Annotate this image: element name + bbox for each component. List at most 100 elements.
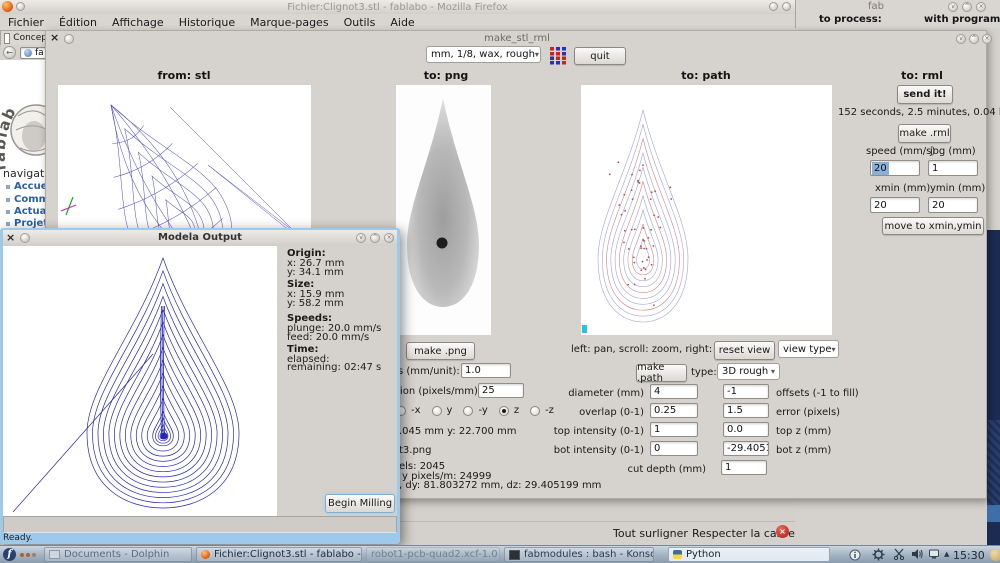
- xmin-input[interactable]: 20: [870, 197, 920, 213]
- axis-radio-neg-z[interactable]: [530, 406, 540, 416]
- app-launcher-fedora-icon[interactable]: f: [3, 548, 16, 561]
- nav-bullet-icon: [6, 222, 10, 226]
- resolution-input[interactable]: 25: [478, 383, 524, 398]
- type-dropdown[interactable]: 3D rough ▾: [717, 363, 780, 380]
- taskbar-cashew-icon[interactable]: [990, 549, 1000, 561]
- chevron-down-icon: ▾: [832, 345, 836, 354]
- quick-launch-dots-icon[interactable]: [20, 553, 36, 557]
- klipper-scissors-icon[interactable]: [893, 548, 905, 560]
- png-size-text: .045 mm y: 22.700 mm: [399, 426, 517, 437]
- highlight-block: [987, 505, 1000, 522]
- png-canvas: [396, 85, 491, 335]
- bot-intensity-label: bot intensity (0-1): [526, 445, 644, 456]
- offsets-label: offsets (-1 to fill): [776, 388, 859, 399]
- png-delta-text: , dy: 81.803272 mm, dz: 29.405199 mm: [399, 480, 601, 491]
- menu-marque-pages[interactable]: Marque-pages: [250, 16, 328, 29]
- speed-label: speed (mm/s): [866, 146, 935, 157]
- modela-titlebar[interactable]: × Modela Output v ^ ×: [3, 230, 397, 247]
- modela-shade-button[interactable]: v: [356, 233, 366, 243]
- fab-to-process-label: to process:: [819, 14, 882, 25]
- quit-button[interactable]: quit: [574, 47, 626, 65]
- firefox-titlebar[interactable]: Fichier:Clignot3.stl - fablabo - Mozilla…: [0, 0, 795, 15]
- heightmap-teardrop: [407, 98, 479, 307]
- path-canvas[interactable]: [581, 85, 832, 335]
- ymin-label: ymin (mm): [930, 183, 985, 194]
- back-button[interactable]: ←: [3, 46, 16, 59]
- error-input[interactable]: 1.5: [723, 403, 769, 418]
- units-label: s (mm/unit):: [398, 366, 460, 377]
- address-text: fa: [35, 48, 44, 58]
- firefox-icon: [201, 550, 210, 559]
- firefox-window-title: Fichier:Clignot3.stl - fablabo - Mozilla…: [0, 2, 795, 13]
- ymin-input[interactable]: 20: [928, 197, 978, 213]
- menu-outils[interactable]: Outils: [344, 16, 376, 29]
- speed-input[interactable]: 20: [870, 160, 920, 176]
- jog-input[interactable]: 1: [928, 160, 978, 176]
- fab-with-program-label: with program:: [924, 14, 1000, 25]
- top-z-label: top z (mm): [776, 426, 831, 437]
- firefox-close-button[interactable]: [782, 2, 791, 11]
- fab-modules-grid-icon[interactable]: [549, 46, 567, 65]
- task-konsole[interactable]: fabmodules : bash - Konsole: [504, 547, 654, 562]
- bot-intensity-input[interactable]: 0: [650, 441, 698, 456]
- modela-close-button[interactable]: ×: [384, 233, 394, 243]
- make-close-button[interactable]: ×: [982, 34, 992, 44]
- modela-maximize-button[interactable]: ^: [370, 233, 380, 243]
- task-dolphin[interactable]: Documents - Dolphin: [44, 547, 192, 562]
- make-shade-button[interactable]: v: [956, 34, 966, 44]
- fab-shade-button[interactable]: v: [948, 2, 958, 12]
- axis-radio-y[interactable]: [432, 406, 442, 416]
- axis-radio-z[interactable]: [499, 406, 509, 416]
- menu-affichage[interactable]: Affichage: [112, 16, 164, 29]
- type-label: type:: [691, 367, 717, 378]
- make-maximize-button[interactable]: ^: [969, 34, 979, 44]
- battery-info-icon[interactable]: [849, 549, 861, 561]
- offsets-input[interactable]: -1: [723, 384, 769, 399]
- task-firefox[interactable]: Fichier:Clignot3.stl - fablabo - Mo...: [196, 547, 362, 562]
- tray-expand-arrow-icon[interactable]: ▲: [944, 550, 949, 558]
- findbar-close-icon[interactable]: ×: [776, 525, 789, 538]
- task-python[interactable]: Python: [668, 547, 830, 562]
- reset-view-button[interactable]: reset view: [714, 341, 775, 360]
- make-png-button[interactable]: make .png: [406, 342, 475, 360]
- from-stl-header: from: stl: [104, 69, 264, 82]
- units-input[interactable]: 1.0: [461, 363, 511, 378]
- send-it-button[interactable]: send it!: [897, 85, 953, 104]
- jog-label: jog (mm): [930, 146, 976, 157]
- preset-dropdown[interactable]: mm, 1/8, wax, rough ▾: [426, 46, 541, 63]
- origin-marker-icon: [582, 325, 587, 333]
- fablabo-logo: fablab: [0, 64, 48, 172]
- top-intensity-input[interactable]: 1: [650, 422, 698, 437]
- make-rml-button[interactable]: make .rml: [898, 124, 951, 143]
- overlap-input[interactable]: 0.25: [650, 403, 698, 418]
- firefox-minimize-button[interactable]: [769, 2, 778, 11]
- begin-milling-button[interactable]: Begin Milling: [325, 494, 395, 513]
- menu-historique[interactable]: Historique: [179, 16, 235, 29]
- menu-aide[interactable]: Aide: [390, 16, 414, 29]
- volume-speaker-icon[interactable]: [911, 548, 924, 560]
- diameter-input[interactable]: 4: [650, 384, 698, 399]
- make-path-button[interactable]: make .path: [636, 364, 687, 382]
- menu-edition[interactable]: Édition: [59, 16, 97, 29]
- axis-radio-neg-y[interactable]: [463, 406, 473, 416]
- fab-maximize-button[interactable]: ^: [962, 2, 972, 12]
- menu-fichier[interactable]: Fichier: [8, 16, 44, 29]
- to-rml-header: to: rml: [862, 69, 982, 82]
- task-gimp[interactable]: robot1-pcb-quad2.xcf-1.0 (Cou...: [366, 547, 500, 562]
- type-value: 3D rough: [722, 366, 768, 377]
- move-to-xmin-ymin-button[interactable]: move to xmin,ymin: [882, 217, 984, 235]
- taskbar: f Documents - Dolphin Fichier:Clignot3.s…: [0, 545, 1000, 563]
- findbar-highlight-all[interactable]: Tout surligner: [613, 527, 688, 540]
- settings-gear-icon[interactable]: [872, 548, 885, 561]
- bot-z-input[interactable]: -29.40519: [723, 441, 769, 456]
- tab-concep[interactable]: Concep: [0, 30, 48, 45]
- terminal-icon: [509, 550, 520, 560]
- nav-bullet-icon: [6, 185, 10, 189]
- view-type-dropdown[interactable]: view type ▾: [778, 340, 839, 358]
- fab-close-button[interactable]: ×: [976, 2, 986, 12]
- back-arrow-icon: ←: [6, 49, 13, 57]
- cut-depth-input[interactable]: 1: [721, 460, 767, 475]
- top-z-input[interactable]: 0.0: [723, 422, 769, 437]
- clock[interactable]: 15:30: [953, 549, 985, 562]
- device-notifier-icon[interactable]: [928, 548, 940, 560]
